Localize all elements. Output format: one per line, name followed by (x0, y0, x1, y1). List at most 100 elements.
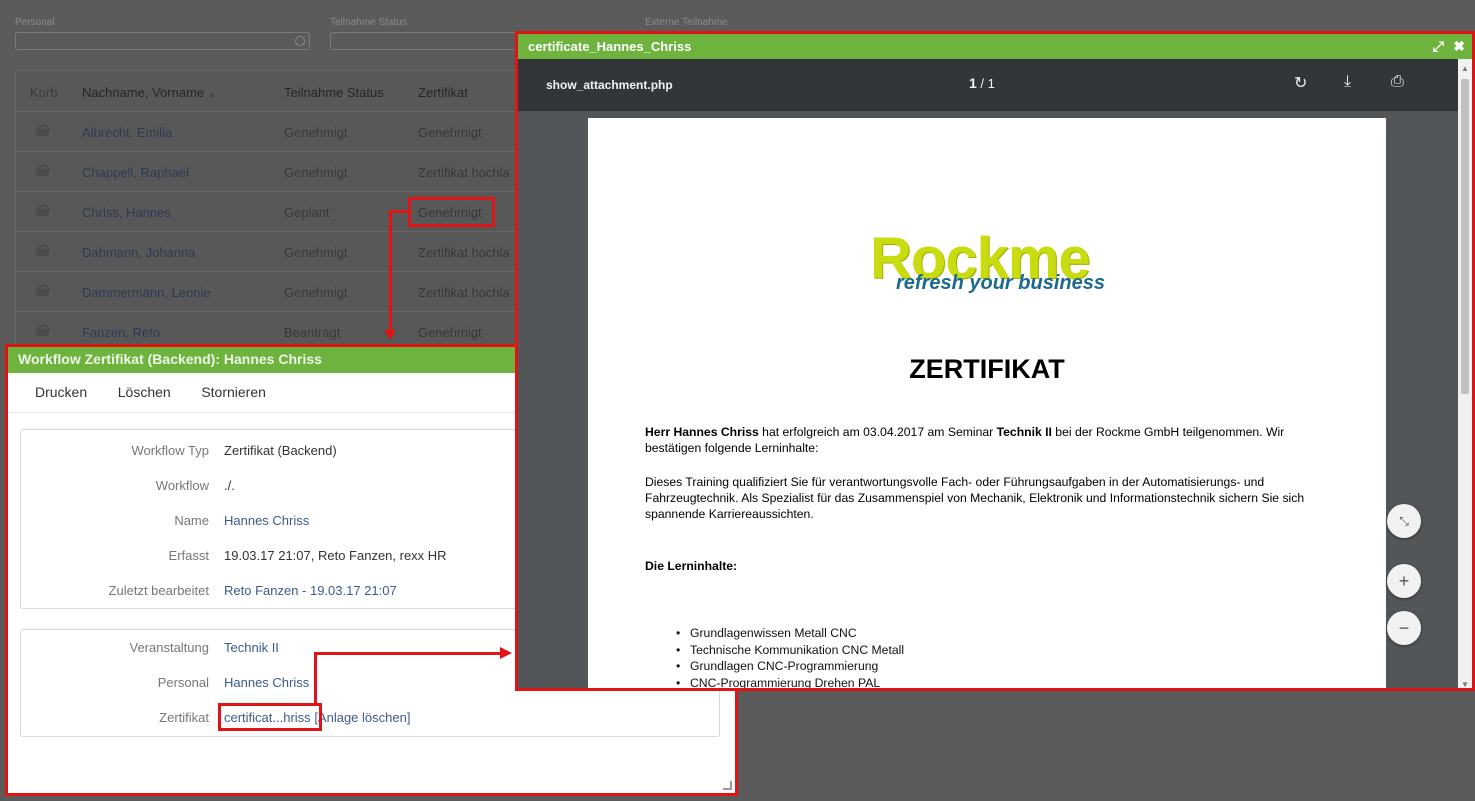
table-row[interactable]: Dammermann, Leonie Genehmigt Zertifikat … (16, 271, 529, 311)
page-separator: / (976, 76, 988, 91)
row-status: Genehmigt (284, 285, 348, 300)
row-status: Genehmigt (284, 245, 348, 260)
detail-label: Name (174, 513, 209, 528)
row-name[interactable]: Fanzen, Reto (82, 325, 160, 340)
last-edited-link[interactable]: Reto Fanzen - 19.03.17 21:07 (224, 583, 397, 598)
basket-icon[interactable] (36, 124, 49, 136)
detail-label: Workflow Typ (131, 443, 209, 458)
personal-link[interactable]: Hannes Chriss (224, 675, 309, 690)
list-item: CNC-Programmierung Drehen PAL (676, 675, 904, 689)
current-page[interactable]: 1 (969, 75, 977, 91)
row-zertifikat[interactable]: Genehmigt (418, 125, 482, 140)
arrow-down-icon (384, 330, 396, 340)
column-status[interactable]: Teilnahme Status (284, 85, 384, 100)
highlight-connector (389, 210, 392, 332)
seminar-name: Technik II (996, 425, 1052, 439)
logo-tagline: refresh your business (896, 272, 1105, 294)
detail-row: Zertifikat certificat...hriss [Anlage lö… (21, 700, 719, 735)
detail-value: ./. (224, 478, 235, 493)
pdf-viewer-window: certificate_Hannes_Chriss ⤢ ✖ show_attac… (515, 31, 1475, 691)
resize-handle[interactable] (723, 781, 732, 790)
column-name[interactable]: Nachname, Vorname ▲ (82, 85, 217, 100)
column-name-label: Nachname, Vorname (82, 85, 205, 100)
detail-label: Workflow (155, 478, 209, 493)
basket-icon[interactable] (36, 324, 49, 336)
detail-label: Erfasst (168, 548, 209, 563)
highlight-connector (314, 652, 317, 705)
pdf-toolbar: show_attachment.php 1 / 1 ↻ ⤓ ⎙ (518, 59, 1472, 111)
learning-content-list: Grundlagenwissen Metall CNC Technische K… (676, 625, 904, 689)
page-indicator: 1 / 1 (969, 75, 995, 91)
print-icon[interactable]: ⎙ (1391, 73, 1404, 91)
basket-icon[interactable] (36, 204, 49, 216)
download-icon[interactable]: ⤓ (1344, 73, 1351, 91)
pdf-window-titlebar[interactable]: certificate_Hannes_Chriss ⤢ ✖ (518, 34, 1472, 59)
total-pages: 1 (987, 76, 995, 91)
detail-label: Zuletzt bearbeitet (108, 583, 209, 598)
personal-filter-input[interactable] (15, 32, 310, 50)
list-header: Korb Nachname, Vorname ▲ Teilnahme Statu… (16, 71, 529, 111)
participant-name: Herr Hannes Chriss (645, 425, 759, 439)
detail-value: 19.03.17 21:07, Reto Fanzen, rexx HR (224, 548, 447, 563)
delete-button[interactable]: Löschen (118, 384, 171, 400)
row-zertifikat[interactable]: Zertifikat hochla (418, 165, 510, 180)
cancel-button[interactable]: Stornieren (201, 384, 266, 400)
zoom-in-icon[interactable]: + (1387, 564, 1421, 598)
row-status: Genehmigt (284, 165, 348, 180)
table-row[interactable]: Albrecht, Emilia Genehmigt Genehmigt (16, 111, 529, 151)
event-link[interactable]: Technik II (224, 640, 279, 655)
column-zertifikat[interactable]: Zertifikat (418, 85, 468, 100)
row-name[interactable]: Dammermann, Leonie (82, 285, 211, 300)
search-icon (295, 36, 305, 46)
filter-label: Personal (15, 17, 55, 28)
list-item: Grundlagen CNC-Programmierung (676, 658, 904, 675)
filter-label: Externe Teilnahme (645, 17, 728, 28)
scroll-up-icon[interactable]: ▲ (1461, 64, 1469, 73)
zoom-out-icon[interactable]: − (1387, 611, 1421, 645)
pdf-filename: show_attachment.php (546, 78, 673, 92)
pdf-scrollbar[interactable]: ▲ ▼ (1458, 59, 1472, 688)
row-status: Beantragt (284, 325, 341, 340)
table-row[interactable]: Chappell, Raphael Genehmigt Zertifikat h… (16, 151, 529, 191)
row-name[interactable]: Dahmann, Johanna (82, 245, 195, 260)
row-zertifikat[interactable]: Zertifikat hochla (418, 285, 510, 300)
sort-asc-icon: ▲ (207, 89, 217, 99)
status-filter-select[interactable] (330, 32, 520, 50)
detail-value: Zertifikat (Backend) (224, 443, 337, 458)
row-name[interactable]: Chriss, Hannes (82, 205, 171, 220)
print-button[interactable]: Drucken (35, 384, 87, 400)
highlight-box (218, 703, 322, 731)
detail-label: Zertifikat (159, 710, 209, 725)
row-status: Genehmigt (284, 125, 348, 140)
pdf-window-title: certificate_Hannes_Chriss (528, 39, 692, 54)
row-status: Geplant (284, 205, 330, 220)
highlight-connector (314, 652, 500, 655)
basket-icon[interactable] (36, 244, 49, 256)
close-icon[interactable]: ✖ (1453, 38, 1465, 55)
row-zertifikat[interactable]: Zertifikat hochla (418, 245, 510, 260)
section-heading: Die Lerninhalte: (645, 559, 738, 573)
scrollbar-thumb[interactable] (1461, 79, 1469, 394)
delete-attachment-link[interactable]: [Anlage löschen] (314, 710, 410, 725)
basket-icon[interactable] (36, 284, 49, 296)
filter-status: Teilnahme Status (330, 17, 407, 28)
row-name[interactable]: Chappell, Raphael (82, 165, 189, 180)
column-korb[interactable]: Korb (30, 85, 57, 100)
list-item: Technische Kommunikation CNC Metall (676, 642, 904, 659)
detail-label: Veranstaltung (129, 640, 209, 655)
table-row[interactable]: Dahmann, Johanna Genehmigt Zertifikat ho… (16, 231, 529, 271)
fit-page-icon[interactable]: ⤡ (1387, 504, 1421, 538)
row-zertifikat[interactable]: Genehmigt (418, 325, 482, 340)
scroll-down-icon[interactable]: ▼ (1461, 680, 1469, 688)
intro-paragraph: Herr Hannes Chriss hat erfolgreich am 03… (645, 424, 1335, 456)
list-item: Grundlagenwissen Metall CNC (676, 625, 904, 642)
basket-icon[interactable] (36, 164, 49, 176)
filter-external: Externe Teilnahme (645, 17, 728, 28)
description-paragraph: Dieses Training qualifiziert Sie für ver… (645, 475, 1305, 521)
expand-icon[interactable]: ⤢ (1433, 38, 1444, 55)
rotate-icon[interactable]: ↻ (1294, 73, 1307, 93)
filter-label: Teilnahme Status (330, 17, 407, 28)
document-title: ZERTIFIKAT (909, 354, 1065, 384)
row-name[interactable]: Albrecht, Emilia (82, 125, 172, 140)
name-link[interactable]: Hannes Chriss (224, 513, 309, 528)
